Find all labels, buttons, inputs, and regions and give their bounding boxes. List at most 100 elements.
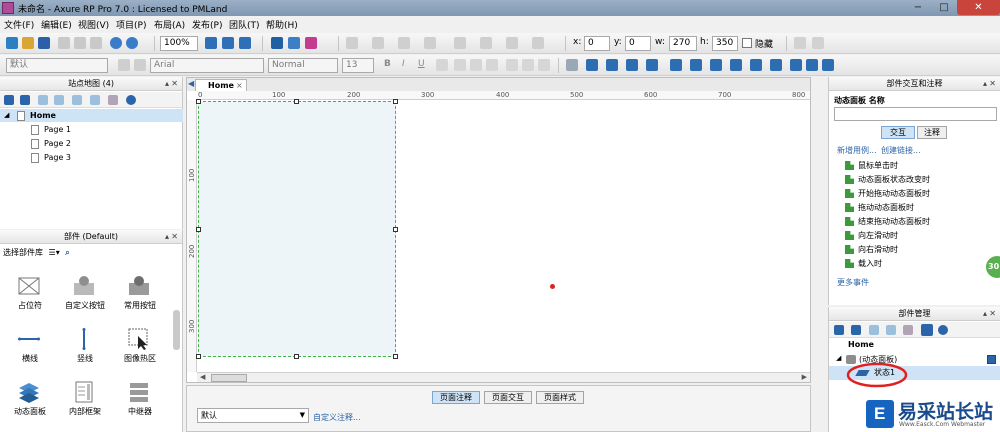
resize-handle[interactable] — [393, 99, 398, 104]
style-edit-icon[interactable] — [118, 59, 130, 71]
order-back-icon[interactable] — [626, 59, 638, 71]
menu-layout[interactable]: 布局(A) — [154, 18, 185, 31]
menu-icon[interactable]: ☰▾ — [49, 248, 60, 257]
group-icon[interactable] — [794, 37, 806, 49]
send-backward-icon[interactable] — [606, 59, 618, 71]
more-events-link[interactable]: 更多事件 — [837, 277, 869, 288]
publish-icon[interactable] — [305, 37, 317, 49]
height-input[interactable]: 350 — [712, 36, 738, 51]
align-left-icon[interactable] — [454, 59, 466, 71]
match-width-icon[interactable] — [770, 59, 782, 71]
close-button[interactable]: ✕ — [957, 0, 1000, 15]
tab-notes[interactable]: 注释 — [917, 126, 947, 139]
align-v-icon[interactable] — [710, 59, 722, 71]
search-icon[interactable]: ⌕ — [65, 248, 69, 257]
delete-state-icon[interactable] — [903, 325, 913, 335]
widget-hline[interactable]: 横线 — [0, 323, 60, 368]
widget-name-input[interactable] — [834, 107, 997, 121]
tab-interactions[interactable]: 交互 — [881, 126, 915, 139]
move-down-icon[interactable] — [54, 95, 64, 105]
outline-root[interactable]: Home — [848, 340, 874, 349]
unlock-icon[interactable] — [822, 59, 834, 71]
menu-publish[interactable]: 发布(P) — [192, 18, 222, 31]
widgets-scrollbar[interactable] — [173, 310, 180, 350]
tab-page-style[interactable]: 页面样式 — [536, 391, 584, 404]
font-select[interactable]: Arial — [150, 58, 264, 73]
resize-handle[interactable] — [294, 99, 299, 104]
shadow-icon[interactable] — [506, 37, 518, 49]
add-state-icon[interactable] — [834, 325, 844, 335]
add-page-icon[interactable] — [4, 95, 14, 105]
align-objects-icon[interactable] — [646, 59, 658, 71]
save-icon[interactable] — [38, 37, 50, 49]
scroll-thumb[interactable] — [211, 374, 247, 382]
collapse-arrow-icon[interactable]: ◢ — [4, 109, 9, 122]
menu-team[interactable]: 团队(T) — [229, 18, 260, 31]
font-weight-select[interactable]: Normal — [268, 58, 338, 73]
style-select[interactable]: 默认 — [6, 58, 108, 73]
move-down-icon[interactable] — [886, 325, 896, 335]
resize-handle[interactable] — [196, 354, 201, 359]
widget-inline-frame[interactable]: 内部框架 — [55, 376, 115, 421]
widget-hotspot[interactable]: 图像热区 — [110, 323, 170, 368]
resize-handle[interactable] — [196, 227, 201, 232]
redo-icon[interactable] — [126, 37, 138, 49]
arrow-style-icon[interactable] — [424, 37, 436, 49]
select-intersect-icon[interactable] — [205, 37, 217, 49]
tab-page-notes[interactable]: 页面注释 — [432, 391, 480, 404]
y-input[interactable]: 0 — [625, 36, 651, 51]
copy-icon[interactable] — [74, 37, 86, 49]
widget-manager-close-icon[interactable]: ✕ — [989, 307, 996, 320]
create-link-link[interactable]: 创建链接... — [881, 145, 921, 156]
match-size-icon[interactable] — [750, 59, 762, 71]
undo-icon[interactable] — [110, 37, 122, 49]
italic-button[interactable]: I — [402, 59, 405, 69]
minimize-button[interactable]: − — [905, 0, 931, 15]
sitemap-item-page2[interactable]: Page 2 — [0, 137, 183, 150]
x-input[interactable]: 0 — [584, 36, 610, 51]
line-style-icon[interactable] — [372, 37, 384, 49]
resize-handle[interactable] — [294, 354, 299, 359]
filter-icon[interactable] — [921, 324, 933, 336]
widgets-float-icon[interactable]: ▴ — [165, 230, 169, 243]
panel-visibility-icon[interactable] — [987, 355, 996, 364]
widget-custom-button[interactable]: 自定义按钮 — [55, 270, 115, 315]
tab-home[interactable]: Home × — [195, 79, 247, 91]
collapse-arrow-icon[interactable]: ◢ — [836, 354, 841, 362]
custom-notes-link[interactable]: 自定义注释... — [313, 412, 361, 423]
menu-edit[interactable]: 编辑(E) — [41, 18, 72, 31]
notes-select[interactable]: 默认 ▼ — [197, 408, 309, 423]
bring-forward-icon[interactable] — [586, 59, 598, 71]
outdent-icon[interactable] — [90, 95, 100, 105]
match-height-icon[interactable] — [790, 59, 802, 71]
sitemap-item-page1[interactable]: Page 1 — [0, 123, 183, 136]
widget-placeholder[interactable]: 占位符 — [0, 270, 60, 315]
fill-color-icon[interactable] — [454, 37, 466, 49]
select-contain-icon[interactable] — [222, 37, 234, 49]
resize-handle[interactable] — [393, 354, 398, 359]
lock-icon[interactable] — [806, 59, 818, 71]
indent-icon[interactable] — [72, 95, 82, 105]
widget-dynamic-panel[interactable]: 动态面板 — [0, 376, 60, 421]
font-size-select[interactable]: 13 — [342, 58, 374, 73]
open-folder-icon[interactable] — [22, 37, 34, 49]
move-up-icon[interactable] — [38, 95, 48, 105]
search-icon[interactable] — [126, 95, 136, 105]
widget-common-button[interactable]: 常用按钮 — [110, 270, 170, 315]
widgets-close-icon[interactable]: ✕ — [171, 230, 178, 243]
sitemap-item-home[interactable]: ◢ Home — [0, 109, 183, 122]
widget-repeater[interactable]: 中继器 — [110, 376, 170, 421]
align-h-icon[interactable] — [730, 59, 742, 71]
maximize-button[interactable]: □ — [931, 0, 957, 15]
scroll-left-icon[interactable]: ◀ — [200, 373, 205, 381]
interactions-close-icon[interactable]: ✕ — [989, 77, 996, 90]
align-bottom-icon[interactable] — [538, 59, 550, 71]
library-select[interactable]: 选择部件库 ☰▾ ⌕ — [3, 247, 70, 258]
align-right-icon[interactable] — [486, 59, 498, 71]
align-icon[interactable] — [346, 37, 358, 49]
tab-list-icon[interactable]: ◀ — [188, 79, 194, 88]
order-front-icon[interactable] — [566, 59, 578, 71]
connector-icon[interactable] — [239, 37, 251, 49]
widget-vline[interactable]: 竖线 — [55, 323, 115, 368]
duplicate-state-icon[interactable] — [851, 325, 861, 335]
